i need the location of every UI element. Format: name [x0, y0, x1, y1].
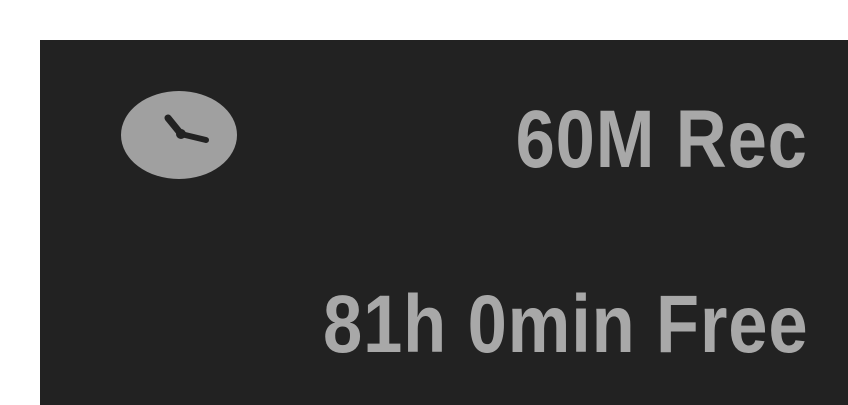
clock-icon	[121, 91, 237, 179]
recording-info-panel: 60M Rec 81h 0min Free	[40, 40, 848, 405]
record-mode-label: 60M Rec	[515, 94, 808, 185]
free-space-label: 81h 0min Free	[322, 279, 808, 370]
